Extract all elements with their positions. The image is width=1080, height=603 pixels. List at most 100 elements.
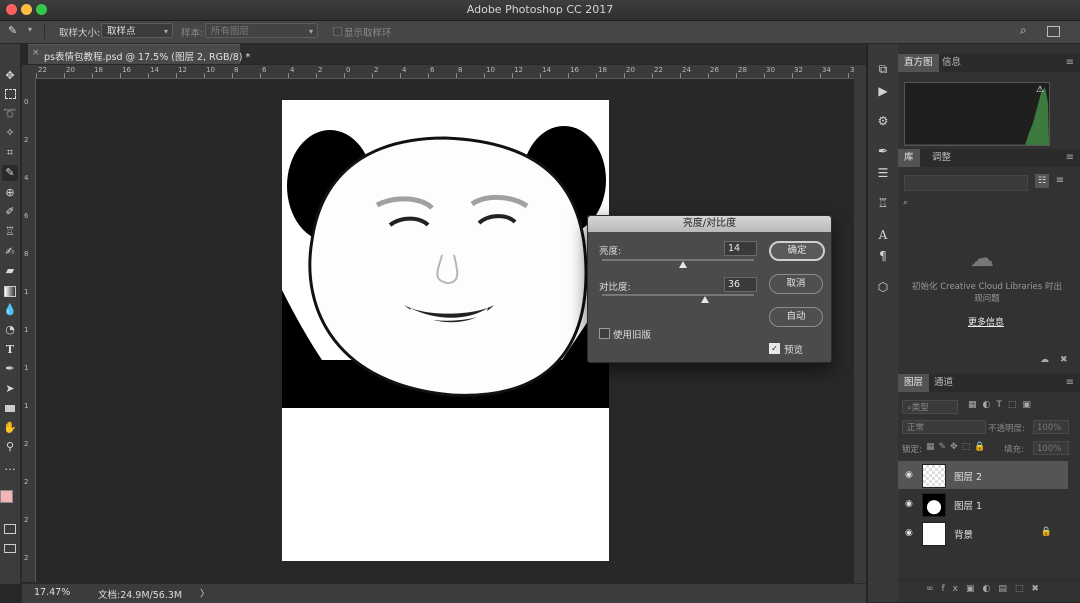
tab-info[interactable]: 信息 [936, 54, 967, 72]
quick-select-tool-icon[interactable]: ✧ [2, 125, 18, 141]
layer-filter-icons[interactable]: ▦◐T⬚▣ [968, 400, 1037, 410]
zoom-level[interactable]: 17.47% [34, 587, 70, 598]
actions-play-icon[interactable]: ▶ [873, 82, 893, 100]
canvas-scrollbar[interactable] [854, 65, 866, 583]
gradient-tool-icon[interactable] [2, 283, 18, 299]
eyedropper-tool-icon[interactable]: ✎ [2, 165, 18, 181]
preview-checkbox[interactable]: ✓ [769, 343, 780, 354]
library-select[interactable] [904, 175, 1028, 191]
ruler-tick-label: 10 [206, 66, 215, 74]
document-canvas[interactable] [282, 100, 609, 561]
fill-input[interactable]: 100% [1033, 441, 1069, 455]
brush-settings-icon[interactable]: ✒ [873, 142, 893, 160]
paragraph-icon[interactable]: ¶ [873, 247, 893, 265]
marquee-tool-icon[interactable] [2, 86, 18, 102]
lasso-tool-icon[interactable]: ➰ [2, 106, 18, 122]
tab-layers[interactable]: 图层 [898, 374, 930, 392]
hand-tool-icon[interactable]: ✋ [2, 420, 18, 436]
list-view-icon[interactable]: ≡ [1053, 174, 1067, 188]
panel-menu-icon[interactable]: ≡ [1066, 57, 1074, 68]
opacity-input[interactable]: 100% [1033, 420, 1069, 434]
pen-tool-icon[interactable]: ✒ [2, 361, 18, 377]
zoom-tool-icon[interactable]: ⚲ [2, 439, 18, 455]
eyedropper-tool-icon[interactable]: ✎ [8, 24, 17, 37]
right-panels: 直方图 信息 ≡ ⚠ 库 调整 ≡ ☷ ≡ ⌕ ☁ 初始化 Creative C… [898, 44, 1080, 602]
cloud-error-icon: ☁ [970, 244, 994, 272]
horizontal-ruler[interactable]: 22 20 18 16 14 12 10 8 6 4 2 0 2 4 6 8 10 12 14 16 18 20 22 24 2… [36, 65, 854, 79]
layer-name[interactable]: 背景 [954, 527, 973, 541]
ruler-tick-label: 2 [24, 478, 29, 486]
path-select-tool-icon[interactable]: ➤ [2, 381, 18, 397]
dodge-tool-icon[interactable]: ◔ [2, 322, 18, 338]
show-ring-checkbox[interactable] [333, 27, 342, 36]
type-tool-icon[interactable]: T [2, 342, 18, 358]
visibility-eye-icon[interactable]: ◉ [905, 470, 913, 480]
layer-name[interactable]: 图层 2 [954, 469, 982, 483]
eraser-tool-icon[interactable]: ▰ [2, 263, 18, 279]
sample-size-select[interactable]: 取样点 ▾ [101, 23, 173, 38]
document-tab[interactable]: × ps表情包教程.psd @ 17.5% (图层 2, RGB/8) * [28, 44, 250, 64]
cloud-sync-icon[interactable]: ☁ [1040, 355, 1049, 365]
tab-channels[interactable]: 通道 [928, 374, 959, 392]
trash-icon[interactable]: ✖ [1060, 355, 1068, 365]
move-tool-icon[interactable]: ✥ [2, 68, 18, 84]
ruler-tick-label: 22 [654, 66, 663, 74]
ruler-origin[interactable] [22, 65, 36, 78]
3d-cube-icon[interactable]: ⬡ [873, 278, 893, 296]
layer-action-icons[interactable]: ∞fx▣◐▤⬚✖ [926, 584, 1047, 594]
clone-source-icon[interactable]: ♖ [873, 194, 893, 212]
histogram-panel-header: 直方图 信息 ≡ [898, 54, 1080, 72]
character-icon[interactable]: A [873, 226, 893, 244]
chevron-down-icon[interactable]: ▾ [28, 25, 32, 34]
adjust-sliders-icon[interactable]: ☰ [873, 164, 893, 182]
lock-icons[interactable]: ▦✎✥⬚🔒 [926, 442, 989, 452]
contrast-slider-thumb[interactable] [701, 296, 710, 303]
crop-tool-icon[interactable]: ⌗ [2, 145, 18, 161]
search-icon[interactable]: ⌕ [903, 198, 908, 208]
search-icon[interactable]: ⌕ [1020, 23, 1027, 38]
workspace-icon[interactable] [1047, 26, 1060, 37]
more-info-link[interactable]: 更多信息 [968, 315, 1004, 328]
cancel-button[interactable]: 取消 [769, 274, 823, 294]
layer-row-layer2[interactable]: ◉ 图层 2 [898, 461, 1068, 489]
layer-row-layer1[interactable]: ◉ 图层 1 [898, 490, 1068, 518]
tab-histogram[interactable]: 直方图 [898, 54, 939, 72]
legacy-checkbox[interactable] [599, 328, 610, 339]
close-tab-icon[interactable]: × [32, 48, 40, 58]
layer-row-background[interactable]: ◉ 背景 🔒 [898, 519, 1068, 547]
contrast-input[interactable]: 36 [724, 277, 757, 292]
history-brush-tool-icon[interactable]: ✍ [2, 244, 18, 260]
grid-view-icon[interactable]: ☷ [1035, 174, 1049, 188]
contrast-slider-track[interactable] [602, 294, 754, 296]
blend-mode-select[interactable]: 正常 [902, 420, 986, 434]
sample-select[interactable]: 所有图层 ▾ [205, 23, 318, 38]
quick-mask-icon[interactable] [2, 520, 18, 536]
visibility-eye-icon[interactable]: ◉ [905, 499, 913, 509]
screen-mode-icon[interactable] [2, 540, 18, 556]
warning-icon[interactable]: ⚠ [1036, 85, 1044, 95]
blur-tool-icon[interactable]: 💧 [2, 302, 18, 318]
brush-tool-icon[interactable]: ✐ [2, 204, 18, 220]
panel-menu-icon[interactable]: ≡ [1066, 152, 1074, 163]
healing-tool-icon[interactable]: ⊕ [2, 185, 18, 201]
more-tools-icon[interactable]: … [2, 459, 18, 475]
tab-adjustments[interactable]: 调整 [926, 149, 957, 167]
tab-library[interactable]: 库 [898, 149, 920, 167]
panel-menu-icon[interactable]: ≡ [1066, 377, 1074, 388]
foreground-color-swatch[interactable] [0, 490, 13, 503]
layer-filter-select[interactable]: ⌕类型 [902, 400, 958, 414]
ruler-tick-label: 22 [38, 66, 47, 74]
status-menu-arrow[interactable]: 〉 [200, 586, 210, 600]
vertical-ruler[interactable]: 0 2 4 6 8 1 1 1 1 2 2 2 2 [22, 78, 36, 582]
auto-button[interactable]: 自动 [769, 307, 823, 327]
history-icon[interactable]: ⧉ [873, 60, 893, 78]
ok-button[interactable]: 确定 [769, 241, 825, 261]
stamp-tool-icon[interactable]: ♖ [2, 224, 18, 240]
ruler-tick-label: 20 [66, 66, 75, 74]
brightness-slider-thumb[interactable] [678, 261, 687, 268]
3d-icon[interactable]: ⚙ [873, 112, 893, 130]
visibility-eye-icon[interactable]: ◉ [905, 528, 913, 538]
layer-name[interactable]: 图层 1 [954, 498, 982, 512]
rectangle-tool-icon[interactable] [2, 401, 18, 417]
brightness-input[interactable]: 14 [724, 241, 757, 256]
